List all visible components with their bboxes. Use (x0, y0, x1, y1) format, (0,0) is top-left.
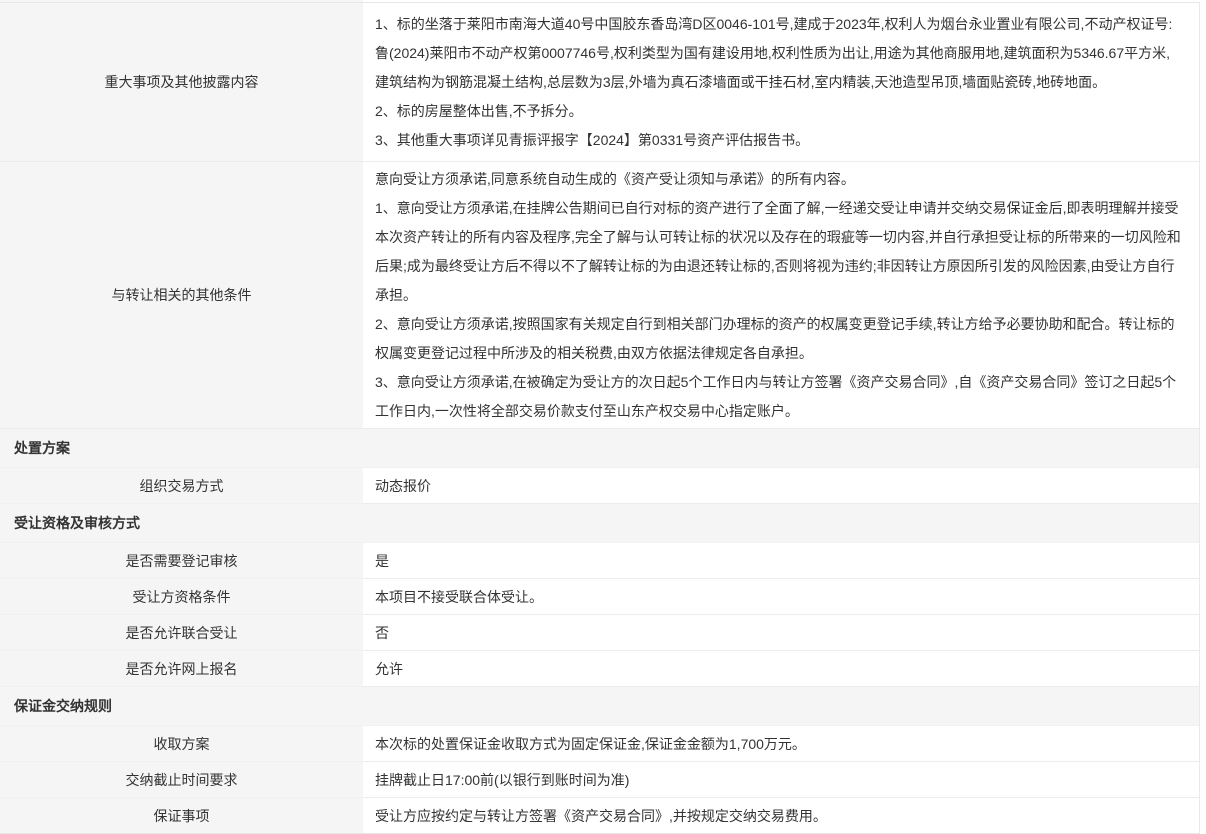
row-label-guarantee-matters: 保证事项 (0, 798, 363, 834)
row-value-transaction-method: 动态报价 (363, 468, 1199, 504)
row-value-transferee-qualification-conditions: 本项目不接受联合体受让。 (363, 579, 1199, 615)
table-row-joint-transfer-allowed: 是否允许联合受让 否 (0, 615, 1199, 651)
paragraph: 1、意向受让方须承诺,在挂牌公告期间已自行对标的资产进行了全面了解,一经递交受让… (375, 194, 1183, 310)
section-header-deposit-rules: 保证金交纳规则 (0, 687, 1199, 726)
table-row-transaction-method: 组织交易方式 动态报价 (0, 468, 1199, 504)
row-label-payment-deadline: 交纳截止时间要求 (0, 762, 363, 798)
table-row-transferee-qualification-conditions: 受让方资格条件 本项目不接受联合体受让。 (0, 579, 1199, 615)
previous-row-value-fragment (363, 0, 1206, 2)
table-row-collection-plan: 收取方案 本次标的处置保证金收取方式为固定保证金,保证金金额为1,700万元。 (0, 726, 1199, 762)
row-label-major-matters: 重大事项及其他披露内容 (0, 3, 363, 162)
section-header-disposal-plan: 处置方案 (0, 429, 1199, 468)
table-row-major-matters: 重大事项及其他披露内容 1、标的坐落于莱阳市南海大道40号中国胶东香岛湾D区00… (0, 3, 1199, 162)
row-value-online-registration-allowed: 允许 (363, 651, 1199, 687)
section-header-transferee-qualification: 受让资格及审核方式 (0, 504, 1199, 543)
table-row-transfer-conditions: 与转让相关的其他条件 意向受让方须承诺,同意系统自动生成的《资产受让须知与承诺》… (0, 162, 1199, 429)
disclosure-table: 重大事项及其他披露内容 1、标的坐落于莱阳市南海大道40号中国胶东香岛湾D区00… (0, 2, 1200, 834)
paragraph: 2、意向受让方须承诺,按照国家有关规定自行到相关部门办理标的资产的权属变更登记手… (375, 310, 1183, 368)
previous-row-remnant (0, 0, 1206, 2)
paragraph: 2、标的房屋整体出售,不予拆分。 (375, 97, 1183, 126)
table-row-registration-review: 是否需要登记审核 是 (0, 543, 1199, 579)
row-value-collection-plan: 本次标的处置保证金收取方式为固定保证金,保证金金额为1,700万元。 (363, 726, 1199, 762)
row-label-collection-plan: 收取方案 (0, 726, 363, 762)
row-value-registration-review: 是 (363, 543, 1199, 579)
row-label-joint-transfer-allowed: 是否允许联合受让 (0, 615, 363, 651)
row-label-registration-review: 是否需要登记审核 (0, 543, 363, 579)
row-value-payment-deadline: 挂牌截止日17:00前(以银行到账时间为准) (363, 762, 1199, 798)
table-row-payment-deadline: 交纳截止时间要求 挂牌截止日17:00前(以银行到账时间为准) (0, 762, 1199, 798)
row-label-online-registration-allowed: 是否允许网上报名 (0, 651, 363, 687)
paragraph: 3、意向受让方须承诺,在被确定为受让方的次日起5个工作日内与转让方签署《资产交易… (375, 368, 1183, 426)
row-value-transfer-conditions: 意向受让方须承诺,同意系统自动生成的《资产受让须知与承诺》的所有内容。 1、意向… (363, 162, 1199, 429)
row-label-transferee-qualification-conditions: 受让方资格条件 (0, 579, 363, 615)
row-label-transaction-method: 组织交易方式 (0, 468, 363, 504)
row-value-joint-transfer-allowed: 否 (363, 615, 1199, 651)
paragraph: 3、其他重大事项详见青振评报字【2024】第0331号资产评估报告书。 (375, 126, 1183, 155)
row-label-transfer-conditions: 与转让相关的其他条件 (0, 162, 363, 429)
row-value-major-matters: 1、标的坐落于莱阳市南海大道40号中国胶东香岛湾D区0046-101号,建成于2… (363, 3, 1199, 162)
paragraph: 1、标的坐落于莱阳市南海大道40号中国胶东香岛湾D区0046-101号,建成于2… (375, 10, 1183, 97)
row-value-guarantee-matters: 受让方应按约定与转让方签署《资产交易合同》,并按规定交纳交易费用。 (363, 798, 1199, 834)
paragraph: 意向受让方须承诺,同意系统自动生成的《资产受让须知与承诺》的所有内容。 (375, 165, 1183, 194)
previous-row-label-fragment (0, 0, 363, 2)
asset-disclosure-page: 重大事项及其他披露内容 1、标的坐落于莱阳市南海大道40号中国胶东香岛湾D区00… (0, 0, 1206, 834)
table-row-guarantee-matters: 保证事项 受让方应按约定与转让方签署《资产交易合同》,并按规定交纳交易费用。 (0, 798, 1199, 834)
table-row-online-registration-allowed: 是否允许网上报名 允许 (0, 651, 1199, 687)
